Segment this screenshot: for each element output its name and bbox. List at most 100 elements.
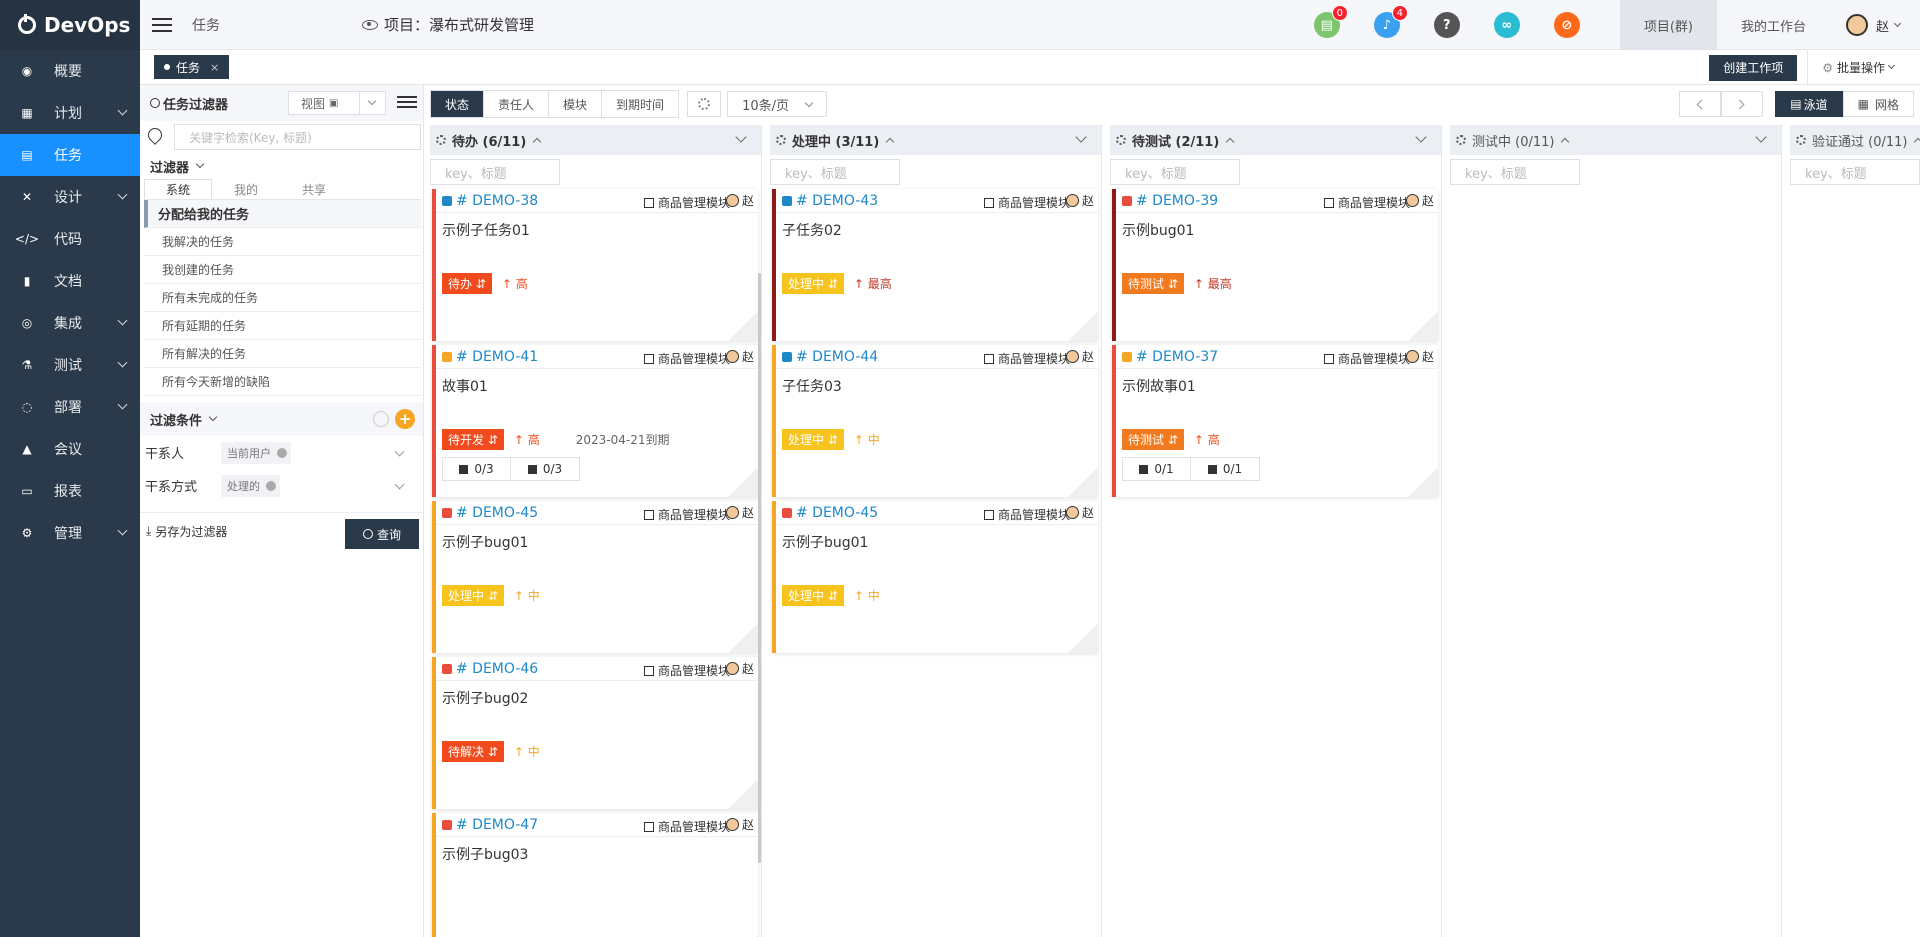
next-page-button[interactable] — [1721, 91, 1764, 117]
task-card[interactable]: # DEMO-45 商品管理模块赵示例子bug01 处理中 ⇵ ↑ 中 — [772, 501, 1098, 653]
chevron-up-icon[interactable] — [533, 137, 542, 147]
filter-tab-0[interactable]: 系统 — [144, 179, 212, 199]
column-header[interactable]: 待办 (6/11) — [430, 125, 761, 155]
favorite-corner-icon[interactable] — [1408, 467, 1438, 497]
chevron-down-icon[interactable] — [359, 92, 385, 114]
tab-project-group[interactable]: 项目(群) — [1619, 0, 1717, 50]
task-card[interactable]: # DEMO-45 商品管理模块赵示例子bug01 处理中 ⇵ ↑ 中 — [432, 501, 758, 653]
filter-item[interactable]: 所有今天新增的缺陷 — [144, 368, 421, 396]
card-key-link[interactable]: # DEMO-43 — [796, 193, 878, 209]
card-title[interactable]: 示例子任务01 — [436, 213, 758, 253]
filter-item[interactable]: 我解决的任务 — [144, 228, 421, 256]
group-tab-0[interactable]: 状态 — [431, 91, 485, 117]
favorite-corner-icon[interactable] — [728, 779, 758, 809]
view-select[interactable]: 视图 ▣ — [288, 91, 386, 115]
favorite-corner-icon[interactable] — [728, 623, 758, 653]
group-tab-1[interactable]: 责任人 — [484, 91, 550, 117]
column-scrollbar[interactable] — [758, 273, 761, 863]
favorite-corner-icon[interactable] — [728, 467, 758, 497]
filter-tab-1[interactable]: 我的 — [212, 179, 280, 199]
swimlane-view-button[interactable]: ▤ 泳道 — [1775, 91, 1843, 117]
card-title[interactable]: 子任务02 — [776, 213, 1098, 253]
page-size-select[interactable]: 10条/页 — [727, 91, 828, 117]
task-card[interactable]: # DEMO-38 商品管理模块赵示例子任务01 待办 ⇵ ↑ 高 — [432, 189, 758, 341]
sidebar-item-10[interactable]: ▭ 报表 — [0, 470, 140, 512]
chevron-down-icon[interactable] — [208, 412, 218, 422]
close-icon[interactable]: × — [210, 61, 219, 74]
card-key-link[interactable]: # DEMO-45 — [456, 505, 538, 521]
tab-my-workbench[interactable]: 我的工作台 — [1717, 0, 1830, 50]
clipboard-icon[interactable]: ▤ 0 — [1313, 5, 1348, 38]
chevron-up-icon[interactable] — [1561, 137, 1570, 147]
sidebar-item-4[interactable]: </> 代码 — [0, 218, 140, 260]
card-key-link[interactable]: # DEMO-37 — [1136, 349, 1218, 365]
card-title[interactable]: 示例子bug01 — [776, 525, 1098, 565]
card-title[interactable]: 示例子bug02 — [436, 681, 758, 721]
favorite-corner-icon[interactable] — [1408, 311, 1438, 341]
filters-toggle[interactable]: 过滤器 — [140, 153, 423, 179]
filter-item[interactable]: 所有未完成的任务 — [144, 284, 421, 312]
sidebar-item-9[interactable]: ▲ 会议 — [0, 428, 140, 470]
grid-view-button[interactable]: ▦ 网格 — [1842, 91, 1914, 117]
column-search-input[interactable]: key、标题 — [1110, 159, 1240, 185]
help-icon[interactable]: ? — [1433, 12, 1460, 38]
column-header[interactable]: 验证通过 (0/11) — [1790, 125, 1920, 155]
status-tag[interactable]: 待解决 ⇵ — [442, 741, 504, 762]
board-settings-button[interactable] — [687, 91, 722, 117]
column-search-input[interactable]: key、标题 — [1790, 159, 1920, 185]
keyword-search-input[interactable]: 关键字检索(Key, 标题) — [174, 124, 421, 150]
filter-item[interactable]: 我创建的任务 — [144, 256, 421, 284]
filter-menu-icon[interactable] — [397, 93, 417, 111]
sidebar-item-0[interactable]: ◉ 概要 — [0, 50, 140, 92]
card-key-link[interactable]: # DEMO-41 — [456, 349, 538, 365]
refresh-icon[interactable] — [373, 411, 389, 427]
status-tag[interactable]: 处理中 ⇵ — [782, 273, 844, 294]
card-key-link[interactable]: # DEMO-38 — [456, 193, 538, 209]
sidebar-item-8[interactable]: ◌ 部署 — [0, 386, 140, 428]
task-card[interactable]: # DEMO-37 商品管理模块赵示例故事01 待测试 ⇵ ↑ 高 0/1 0/1 — [1112, 345, 1438, 497]
open-tab-task[interactable]: 任务 × — [154, 55, 230, 79]
bug-count[interactable]: 0/3 — [511, 458, 579, 480]
column-search-input[interactable]: key、标题 — [430, 159, 560, 185]
card-title[interactable]: 子任务03 — [776, 369, 1098, 409]
favorite-corner-icon[interactable] — [1068, 467, 1098, 497]
favorite-corner-icon[interactable] — [728, 311, 758, 341]
sidebar-item-5[interactable]: ▮ 文档 — [0, 260, 140, 302]
subtask-count[interactable]: 0/3 — [443, 458, 511, 480]
favorite-corner-icon[interactable] — [1068, 311, 1098, 341]
link-icon[interactable]: ∞ — [1493, 12, 1520, 38]
filter-tab-2[interactable]: 共享 — [280, 179, 348, 199]
add-condition-button[interactable]: + — [395, 409, 415, 429]
column-header[interactable]: 处理中 (3/11) — [770, 125, 1101, 155]
status-tag[interactable]: 处理中 ⇵ — [782, 585, 844, 606]
status-tag[interactable]: 待开发 ⇵ — [442, 429, 504, 450]
filter-item[interactable]: 所有延期的任务 — [144, 312, 421, 340]
group-tab-3[interactable]: 到期时间 — [602, 91, 678, 117]
card-title[interactable]: 故事01 — [436, 369, 758, 409]
hamburger-menu-icon[interactable] — [152, 14, 172, 36]
task-card[interactable]: # DEMO-47 商品管理模块赵示例子bug03 — [432, 813, 758, 937]
chevron-down-icon[interactable] — [1755, 131, 1767, 143]
sidebar-item-11[interactable]: ⚙ 管理 — [0, 512, 140, 554]
status-tag[interactable]: 待办 ⇵ — [442, 273, 492, 294]
sidebar-item-1[interactable]: ▦ 计划 — [0, 92, 140, 134]
column-header[interactable]: 待测试 (2/11) — [1110, 125, 1441, 155]
task-card[interactable]: # DEMO-43 商品管理模块赵子任务02 处理中 ⇵ ↑ 最高 — [772, 189, 1098, 341]
card-title[interactable]: 示例子bug03 — [436, 837, 758, 877]
prev-page-button[interactable] — [1679, 91, 1722, 117]
card-key-link[interactable]: # DEMO-45 — [796, 505, 878, 521]
bell-icon[interactable]: ♪ 4 — [1373, 5, 1408, 38]
subtask-count[interactable]: 0/1 — [1123, 458, 1191, 480]
status-tag[interactable]: 处理中 ⇵ — [442, 585, 504, 606]
column-search-input[interactable]: key、标题 — [1450, 159, 1580, 185]
query-button[interactable]: 查询 — [345, 519, 419, 549]
clear-icon[interactable] — [277, 447, 287, 458]
status-tag[interactable]: 待测试 ⇵ — [1122, 429, 1184, 450]
chevron-down-icon[interactable] — [1415, 131, 1427, 143]
column-header[interactable]: 测试中 (0/11) — [1450, 125, 1781, 155]
batch-operation-button[interactable]: ⚙ 批量操作 — [1807, 50, 1920, 85]
card-title[interactable]: 示例bug01 — [1116, 213, 1438, 253]
condition-value-chip[interactable]: 当前用户 — [221, 441, 291, 464]
card-key-link[interactable]: # DEMO-46 — [456, 661, 538, 677]
condition-value-chip[interactable]: 处理的 — [221, 474, 280, 497]
